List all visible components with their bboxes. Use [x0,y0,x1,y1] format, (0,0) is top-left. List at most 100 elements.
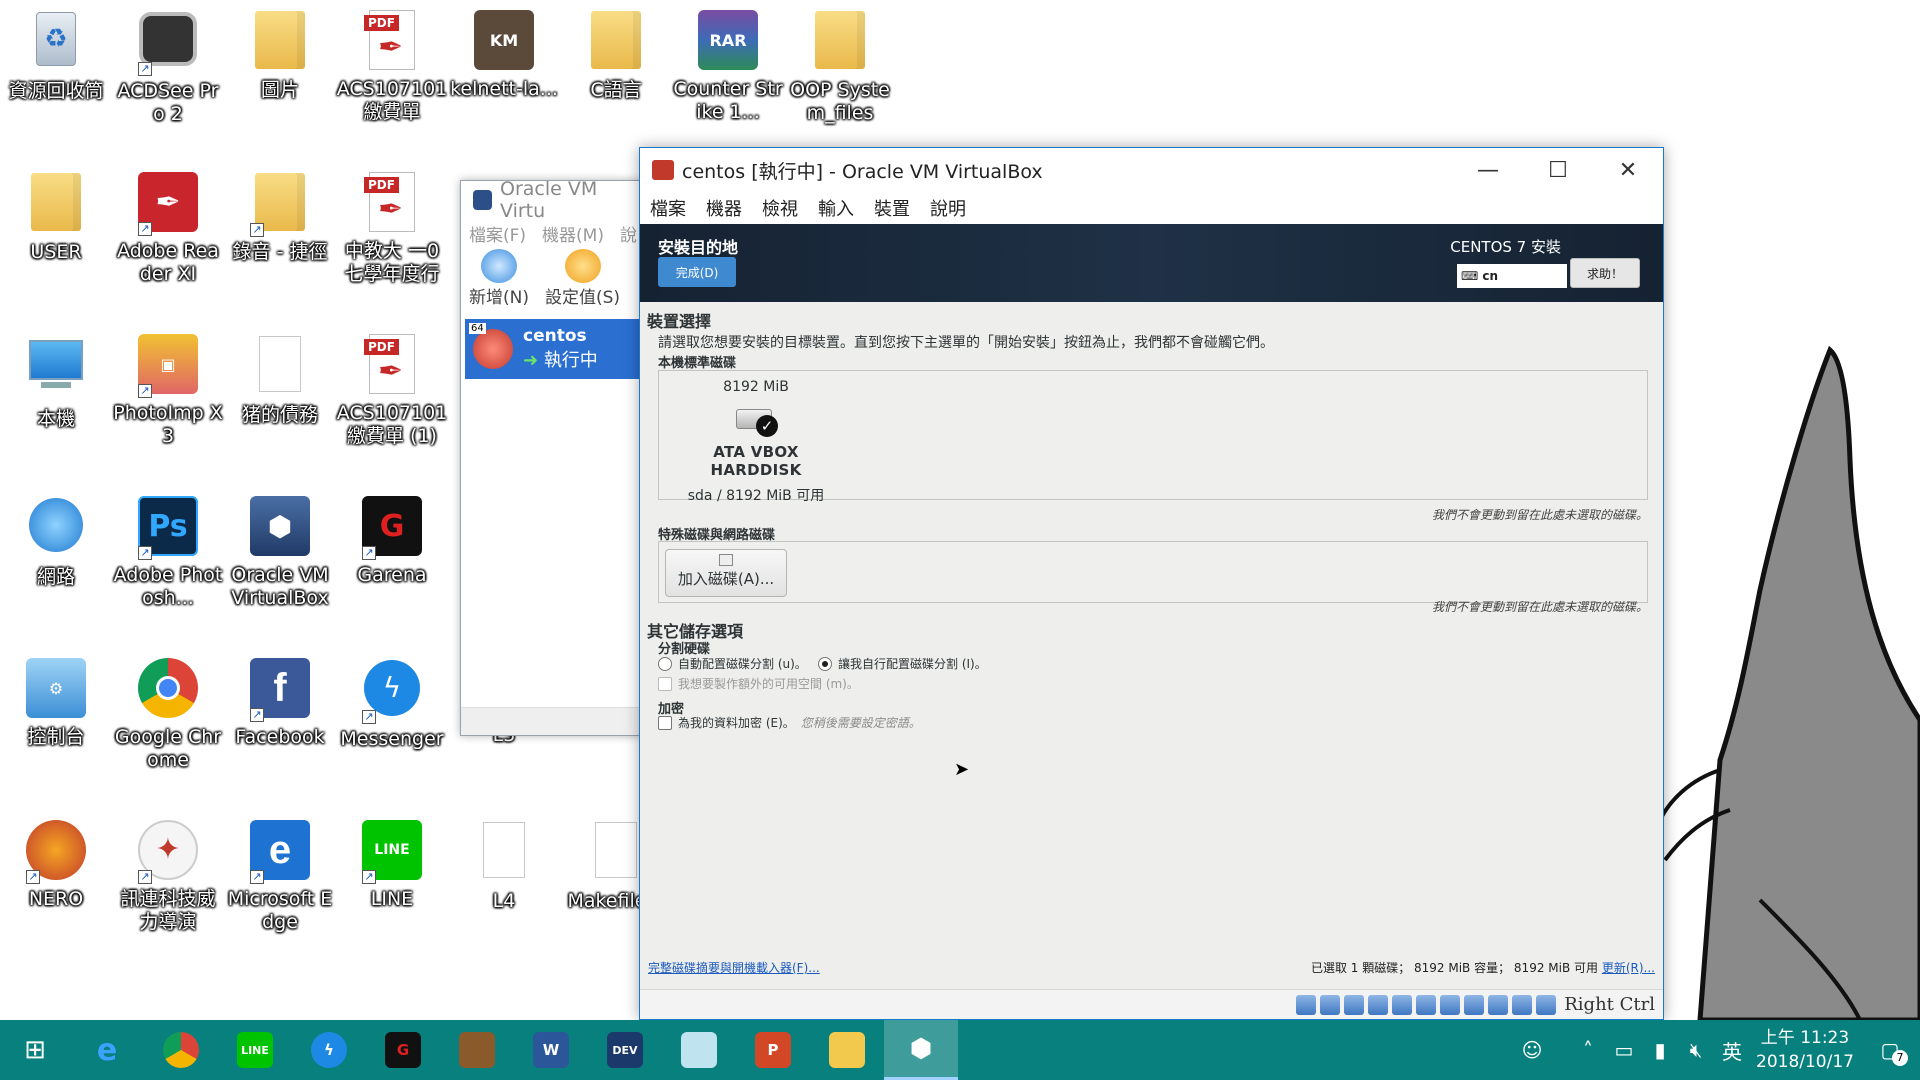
desktop-icon-facebook[interactable]: f ↗ Facebook [224,656,336,749]
manager-titlebar[interactable]: Oracle VM Virtu [461,178,641,222]
guest-screen[interactable]: 安裝目的地 完成(D) CENTOS 7 安裝 ⌨ cn 求助！ 裝置選擇 請選… [640,224,1663,990]
manager-menu-help[interactable]: 說 [620,221,637,246]
taskbar-word[interactable]: W [514,1020,588,1080]
keyboard-capture-icon[interactable] [1536,994,1557,1015]
full-disk-summary-link[interactable]: 完整磁碟摘要與開機載入器(F)... [648,959,820,976]
add-disk-button[interactable]: 加入磁碟(A)... [665,549,787,597]
desktop-icon-powerdirector[interactable]: ✦ ↗ 訊連科技威力導演 [112,818,224,934]
taskbar-powerpoint[interactable]: P [736,1020,810,1080]
desktop-icon-acdsee[interactable]: ↗ ACDSee Pro 2 [112,8,224,126]
volume-muted-icon[interactable]: 🔇︎ [1678,1038,1714,1062]
start-button[interactable]: ⊞ [0,1020,70,1080]
manual-partition-radio[interactable] [818,656,832,671]
desktop-icon-network[interactable]: 網路 [0,494,112,589]
auto-partition-option[interactable]: 自動配置磁碟分割 (u)。 [658,655,807,672]
taskbar-ie[interactable]: e [70,1020,144,1080]
manager-menu-machine[interactable]: 機器(M) [542,221,604,246]
encrypt-checkbox[interactable] [658,715,672,730]
taskbar-notepad[interactable] [662,1020,736,1080]
cpu-status-icon[interactable] [1488,994,1509,1015]
manual-partition-option[interactable]: 讓我自行配置磁碟分割 (I)。 [818,655,987,672]
vm-menubar: 檔案 機器 檢視 輸入 裝置 說明 [640,192,1663,224]
desktop-icon-acs-pdf[interactable]: PDF ✒ ACS107101 繳費單 [336,8,448,124]
menu-devices[interactable]: 裝置 [874,195,910,221]
recording-status-icon[interactable] [1464,994,1485,1015]
taskbar-game[interactable] [440,1020,514,1080]
manager-title: Oracle VM Virtu [500,178,598,222]
installer-body: 裝置選擇 請選取您想要安裝的目標裝置。直到您按下主選單的「開始安裝」按鈕為止，我… [640,302,1663,990]
menu-help[interactable]: 說明 [930,195,966,221]
clock[interactable]: 上午 11:23 2018/10/17 [1750,1026,1860,1074]
display-status-icon[interactable] [1440,994,1461,1015]
disk-sda[interactable]: 8192 MiB ✓ ATA VBOX HARDDISK sda / 8192 … [671,379,841,505]
refresh-link[interactable]: 更新(R)... [1602,961,1655,975]
virtualbox-icon: ⬢ [909,1033,933,1064]
settings-button[interactable]: 設定值(S) [545,247,620,308]
auto-partition-radio[interactable] [658,656,672,671]
desktop-icon-edge[interactable]: e ↗ Microsoft Edge [224,818,336,934]
taskbar-chrome[interactable] [144,1020,218,1080]
taskbar-explorer[interactable] [810,1020,884,1080]
desktop-icon-photoshop[interactable]: Ps ↗ Adobe Photosh... [112,494,224,610]
maximize-button[interactable]: ☐ [1523,148,1593,192]
desktop-icon-pig-debt[interactable]: 猪的債務 [224,332,336,427]
menu-view[interactable]: 檢視 [762,195,798,221]
desktop-icon-this-pc[interactable]: 本機 [0,332,112,431]
taskbar-messenger[interactable]: ϟ [292,1020,366,1080]
desktop-icon-line[interactable]: LINE ↗ LINE [336,818,448,911]
encrypt-option[interactable]: 為我的資料加密 (E)。 您稍後需要設定密語。 [658,714,921,731]
desktop-icon-user[interactable]: USER [0,170,112,264]
desktop-icon-chrome[interactable]: Google Chrome [112,656,224,772]
audio-status-icon[interactable] [1344,994,1365,1015]
desktop-icon-c-lang[interactable]: C語言 [560,8,672,102]
desktop-icon-garena[interactable]: G ↗ Garena [336,494,448,587]
desktop-icon-control-panel[interactable]: ⚙ 控制台 [0,656,112,749]
desktop-icon-oop-files[interactable]: OOP System_files [784,8,896,125]
chevron-up-icon[interactable]: ˄ [1570,1038,1606,1062]
menu-input[interactable]: 輸入 [818,195,854,221]
harddisk-status-icon[interactable] [1296,994,1317,1015]
battery-icon[interactable]: ▮ [1642,1038,1678,1062]
taskbar-line[interactable]: LINE [218,1020,292,1080]
close-button[interactable]: ✕ [1593,148,1663,192]
desktop-icon-photoimp[interactable]: ▣ ↗ PhotoImp X3 [112,332,224,448]
help-button[interactable]: 求助！ [1570,258,1640,288]
taskbar-garena[interactable]: G [366,1020,440,1080]
virtualbox-manager-window[interactable]: Oracle VM Virtu 檔案(F) 機器(M) 說 新增(N) 設定值(… [460,178,642,736]
done-button[interactable]: 完成(D) [658,257,736,287]
taskbar-devcpp[interactable]: DEV [588,1020,662,1080]
vm-window[interactable]: centos [執行中] - Oracle VM VirtualBox — ☐ … [639,147,1664,1020]
usb-status-icon[interactable] [1392,994,1413,1015]
new-vm-button[interactable]: 新增(N) [469,247,529,308]
desktop-icon-ntcu-pdf[interactable]: PDF ✒ 中教大 一0七學年度行 [336,170,448,286]
menu-file[interactable]: 檔案 [650,195,686,221]
manager-menu-file[interactable]: 檔案(F) [469,221,526,246]
ime-indicator[interactable]: 英 [1714,1036,1750,1065]
desktop-icon-pictures[interactable]: 圖片 [224,8,336,102]
network-status-icon[interactable] [1368,994,1389,1015]
desktop-icon-kelnett[interactable]: KM kelnett-la... [448,8,560,101]
keyboard-layout-indicator[interactable]: ⌨ cn [1457,264,1567,288]
menu-machine[interactable]: 機器 [706,195,742,221]
desktop-icon-counter-strike[interactable]: RAR Counter Strike 1... [672,8,784,124]
desktop-icon-virtualbox[interactable]: ⬢ Oracle VM VirtualBox [224,494,336,610]
desktop-icon-nero[interactable]: ↗ NERO [0,818,112,911]
shared-folder-status-icon[interactable] [1416,994,1437,1015]
desktop-icon-adobe-reader[interactable]: ✒ ↗ Adobe Reader XI [112,170,224,286]
taskbar-virtualbox[interactable]: ⬢ [884,1020,958,1080]
desktop-icon-l4[interactable]: L4 [448,818,560,913]
word-icon: W [533,1032,569,1068]
vm-window-titlebar[interactable]: centos [執行中] - Oracle VM VirtualBox — ☐ … [640,148,1663,192]
desktop-icon-recording[interactable]: ↗ 錄音 - 捷徑 [224,170,336,264]
local-disks-heading: 本機標準磁碟 [658,356,737,371]
mouse-integration-icon[interactable] [1512,994,1533,1015]
network-tray-icon[interactable]: ▭ [1606,1038,1642,1062]
action-center-icon[interactable]: ▢ 7 [1860,1038,1920,1066]
desktop-icon-recycle-bin[interactable]: ♻ 資源回收筒 [0,8,112,103]
minimize-button[interactable]: — [1453,148,1523,192]
optical-drive-status-icon[interactable] [1320,994,1341,1015]
desktop-icon-acs-pdf-1[interactable]: PDF ✒ ACS107101 繳費單 (1) [336,332,448,448]
people-icon[interactable]: ☺ [1514,1038,1550,1062]
vm-list-item-centos[interactable]: 64 centos ➜ 執行中 [465,319,641,379]
desktop-icon-messenger[interactable]: ϟ ↗ Messenger [336,656,448,751]
